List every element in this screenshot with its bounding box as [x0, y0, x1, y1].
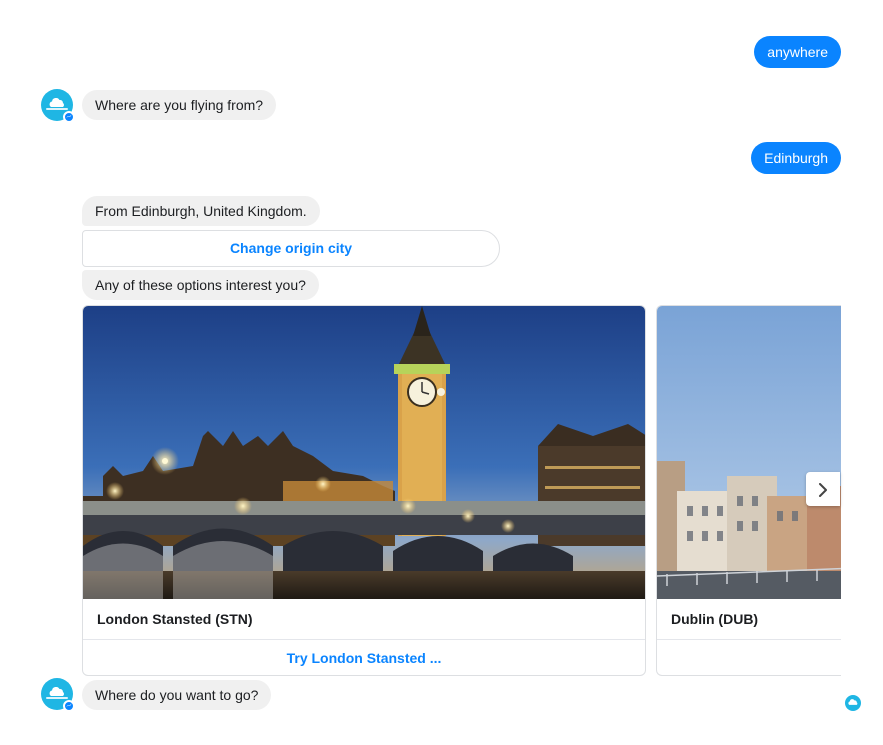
card-title: Dublin (DUB) [671, 611, 759, 627]
london-big-ben-photo[interactable] [83, 306, 645, 599]
bot-message: Where do you want to go? [82, 680, 272, 710]
bot-message: Where are you flying from? [82, 90, 277, 120]
bot-avatar[interactable] [41, 678, 75, 712]
message-text: Where do you want to go? [95, 687, 259, 703]
change-origin-city-button[interactable]: Change origin city [82, 230, 500, 267]
bot-avatar[interactable] [41, 89, 75, 123]
message-text: anywhere [767, 44, 828, 60]
skyscanner-cloud-logo-icon [49, 687, 64, 696]
carousel-next-button[interactable] [806, 472, 840, 506]
brand-wordmark [46, 108, 68, 110]
carousel-card-london[interactable]: London Stansted (STN) Try London Stanste… [82, 305, 646, 676]
skyscanner-cloud-logo-icon [49, 98, 64, 107]
chevron-right-icon [819, 483, 827, 498]
bot-message: From Edinburgh, United Kingdom. [82, 196, 320, 226]
seen-avatar-icon [845, 695, 861, 711]
carousel-clip [841, 300, 883, 680]
dublin-riverside-photo[interactable] [657, 306, 856, 599]
message-text: Where are you flying from? [95, 97, 264, 113]
messenger-badge-icon [63, 111, 75, 123]
message-text: From Edinburgh, United Kingdom. [95, 203, 307, 219]
message-text: Edinburgh [764, 150, 828, 166]
brand-wordmark [46, 697, 68, 699]
messenger-badge-icon [63, 700, 75, 712]
user-message-anywhere: anywhere [754, 36, 841, 68]
message-text: Any of these options interest you? [95, 277, 306, 293]
card-title: London Stansted (STN) [97, 611, 253, 627]
button-label: Change origin city [229, 240, 353, 256]
card-button[interactable] [657, 640, 856, 675]
try-london-stansted-button[interactable]: Try London Stansted ... [83, 640, 645, 675]
bot-message: Any of these options interest you? [82, 270, 319, 300]
user-message-edinburgh: Edinburgh [751, 142, 841, 174]
